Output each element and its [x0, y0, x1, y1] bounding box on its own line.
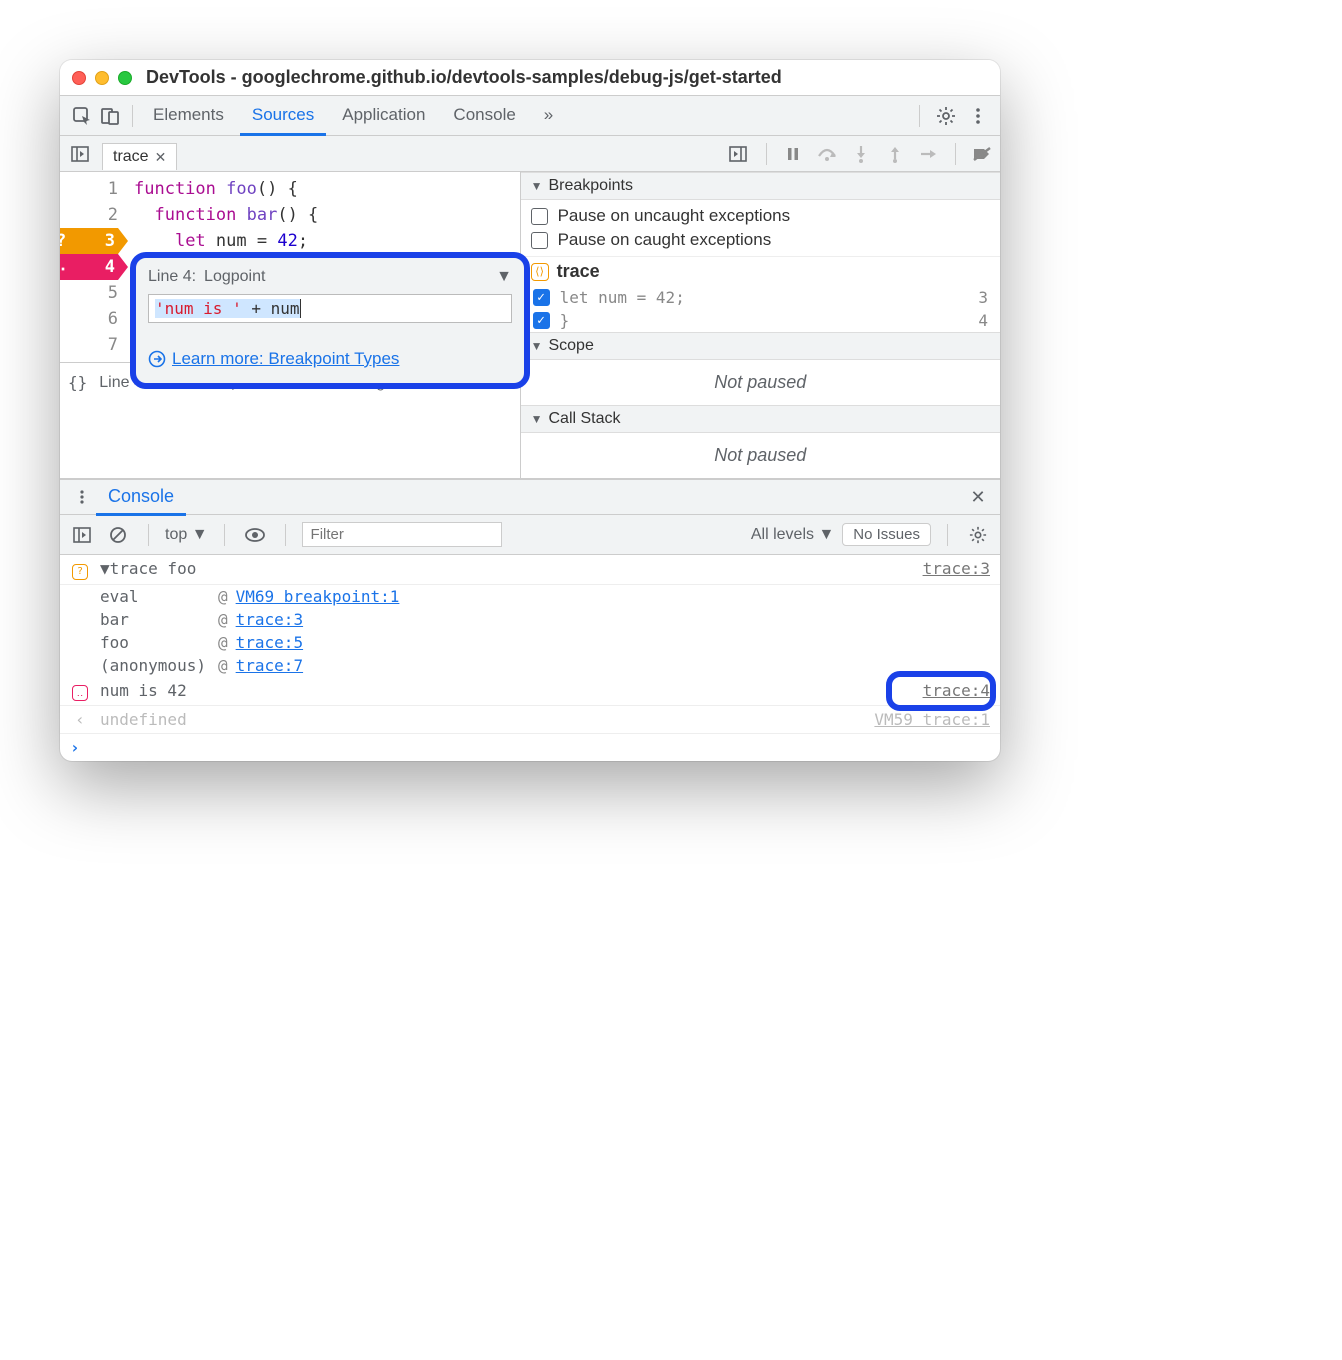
file-tab-label: trace: [113, 148, 149, 166]
tab-console[interactable]: Console: [441, 97, 527, 135]
file-badge-icon: ⟨⟩: [531, 263, 549, 281]
sources-main: 1234567 function foo() { function bar() …: [60, 172, 1000, 479]
code-line[interactable]: function foo() {: [134, 176, 318, 202]
checkbox-icon[interactable]: [531, 232, 548, 249]
callstack-not-paused: Not paused: [521, 433, 1000, 478]
stack-frame[interactable]: (anonymous)@trace:7: [100, 654, 1000, 677]
tab-more[interactable]: »: [532, 97, 565, 135]
log-levels-select[interactable]: All levels ▼: [751, 526, 834, 544]
breakpoint-item[interactable]: ✓let num = 42;3: [521, 286, 1000, 309]
arrow-right-circle-icon: [148, 350, 166, 368]
checkbox-icon[interactable]: ✓: [533, 289, 550, 306]
checkbox-icon[interactable]: ✓: [533, 312, 550, 329]
close-tab-icon[interactable]: ✕: [155, 149, 167, 166]
kebab-menu-icon[interactable]: [68, 483, 96, 511]
gutter-line[interactable]: 1: [60, 176, 118, 202]
device-toggle-icon[interactable]: [96, 102, 124, 130]
pause-icon[interactable]: [781, 142, 805, 166]
pause-uncaught-option[interactable]: Pause on uncaught exceptions: [521, 204, 1000, 228]
clear-console-icon[interactable]: [104, 521, 132, 549]
step-into-icon[interactable]: [849, 142, 873, 166]
pause-caught-option[interactable]: Pause on caught exceptions: [521, 228, 1000, 252]
console-settings-icon[interactable]: [964, 521, 992, 549]
drawer-tab-console[interactable]: Console: [96, 480, 186, 516]
console-messages: ?▼trace footrace:3eval@VM69 breakpoint:1…: [60, 555, 1000, 761]
breakpoints-section-header[interactable]: ▼ Breakpoints: [521, 172, 1000, 200]
drawer-tabs: Console ✕: [60, 479, 1000, 515]
main-toolbar: Elements Sources Application Console »: [60, 96, 1000, 136]
traffic-lights: [72, 71, 132, 85]
issues-button[interactable]: No Issues: [842, 523, 931, 546]
breakpoint-editor-popover: Line 4: Logpoint ▼ 'num is ' + num​ Lear…: [130, 252, 530, 389]
console-toolbar: top ▼ All levels ▼ No Issues: [60, 515, 1000, 555]
checkbox-icon[interactable]: [531, 208, 548, 225]
console-row[interactable]: ‥num is 42trace:4: [60, 677, 1000, 707]
tab-elements[interactable]: Elements: [141, 97, 236, 135]
console-prompt[interactable]: ›: [60, 734, 1000, 761]
gutter-line[interactable]: 6: [60, 306, 118, 332]
deactivate-breakpoints-icon[interactable]: [970, 142, 994, 166]
highlight-ring: [886, 671, 996, 711]
learn-more-link[interactable]: Learn more: Breakpoint Types: [172, 349, 399, 369]
tab-sources[interactable]: Sources: [240, 97, 326, 136]
minimize-window-icon[interactable]: [95, 71, 109, 85]
debugger-toggle-icon[interactable]: [724, 140, 752, 168]
debugger-sidebar: ▼ Breakpoints Pause on uncaught exceptio…: [521, 172, 1000, 478]
close-window-icon[interactable]: [72, 71, 86, 85]
editor-pane: 1234567 function foo() { function bar() …: [60, 172, 521, 478]
scope-section-header[interactable]: ▼ Scope: [521, 332, 1000, 360]
code-line[interactable]: let num = 42;: [134, 228, 318, 254]
popover-line-label: Line 4:: [148, 268, 196, 286]
step-out-icon[interactable]: [883, 142, 907, 166]
callstack-section-header[interactable]: ▼ Call Stack: [521, 405, 1000, 433]
inspect-icon[interactable]: [68, 102, 96, 130]
tab-application[interactable]: Application: [330, 97, 437, 135]
zoom-window-icon[interactable]: [118, 71, 132, 85]
console-row[interactable]: ?▼trace footrace:3: [60, 555, 1000, 585]
close-drawer-icon[interactable]: ✕: [964, 483, 992, 511]
logpoint-expression-input[interactable]: 'num is ' + num​: [148, 294, 512, 323]
stack-frame[interactable]: foo@trace:5: [100, 631, 1000, 654]
settings-icon[interactable]: [932, 102, 960, 130]
gutter-line[interactable]: 5: [60, 280, 118, 306]
conditional-bp-badge-icon: ?: [72, 564, 88, 580]
code-line[interactable]: function bar() {: [134, 202, 318, 228]
step-icon[interactable]: [917, 142, 941, 166]
breakpoint-group[interactable]: ⟨⟩ trace: [521, 256, 1000, 286]
sources-toolbar: trace ✕: [60, 136, 1000, 172]
source-link[interactable]: trace:3: [923, 559, 990, 580]
gutter-line[interactable]: 4: [60, 254, 118, 280]
source-link[interactable]: VM59 trace:1: [874, 710, 990, 729]
chevron-down-icon: ▼: [496, 268, 512, 286]
triangle-down-icon: ▼: [531, 179, 543, 193]
return-arrow-icon: ‹: [75, 710, 85, 729]
console-sidebar-toggle-icon[interactable]: [68, 521, 96, 549]
console-filter-input[interactable]: [302, 522, 502, 547]
gutter-line[interactable]: 2: [60, 202, 118, 228]
live-expression-icon[interactable]: [241, 521, 269, 549]
kebab-menu-icon[interactable]: [964, 102, 992, 130]
navigator-toggle-icon[interactable]: [66, 140, 94, 168]
gutter-line[interactable]: 3: [60, 228, 118, 254]
console-row[interactable]: ‹undefinedVM59 trace:1: [60, 706, 1000, 734]
gutter-line[interactable]: 7: [60, 332, 118, 358]
breakpoint-type-select[interactable]: Logpoint ▼: [204, 268, 512, 286]
scope-not-paused: Not paused: [521, 360, 1000, 405]
window-title: DevTools - googlechrome.github.io/devtoo…: [146, 67, 782, 88]
stack-frame[interactable]: bar@trace:3: [100, 608, 1000, 631]
pretty-print-icon[interactable]: {}: [68, 373, 87, 392]
triangle-down-icon: ▼: [531, 412, 543, 426]
logpoint-badge-icon: ‥: [72, 685, 88, 701]
breakpoint-item[interactable]: ✓}4: [521, 309, 1000, 332]
titlebar: DevTools - googlechrome.github.io/devtoo…: [60, 60, 1000, 96]
devtools-window: DevTools - googlechrome.github.io/devtoo…: [60, 60, 1000, 761]
context-selector[interactable]: top ▼: [165, 526, 208, 544]
step-over-icon[interactable]: [815, 142, 839, 166]
triangle-down-icon: ▼: [531, 339, 543, 353]
file-tab-trace[interactable]: trace ✕: [102, 143, 177, 170]
panel-tabs: Elements Sources Application Console »: [141, 97, 565, 135]
stack-frame[interactable]: eval@VM69 breakpoint:1: [100, 585, 1000, 608]
